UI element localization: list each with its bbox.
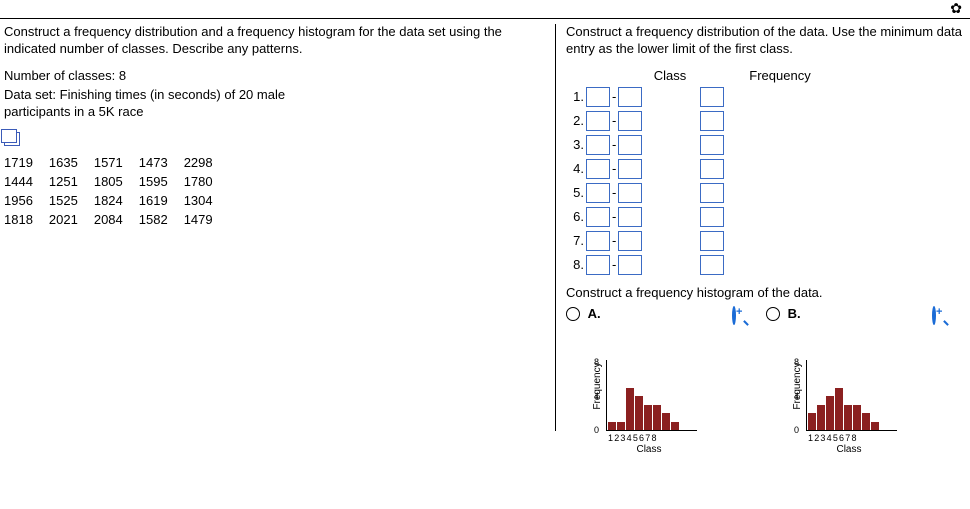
bar	[835, 388, 843, 431]
frequency-input[interactable]	[700, 111, 724, 131]
bar	[617, 422, 625, 431]
radio-a[interactable]	[566, 307, 580, 321]
dataset-line: Data set: Finishing times (in seconds) o…	[4, 87, 304, 121]
frequency-input[interactable]	[700, 159, 724, 179]
bar	[871, 422, 879, 431]
dash: -	[612, 113, 616, 128]
dash: -	[612, 257, 616, 272]
right-prompt: Construct a frequency distribution of th…	[566, 24, 966, 58]
dash: -	[612, 161, 616, 176]
histogram-prompt: Construct a frequency histogram of the d…	[566, 285, 966, 300]
row-number: 2.	[566, 113, 584, 128]
class-lower-input[interactable]	[586, 183, 610, 203]
class-lower-input[interactable]	[586, 231, 610, 251]
bar	[826, 396, 834, 430]
bar	[853, 405, 861, 431]
frequency-input[interactable]	[700, 255, 724, 275]
row-number: 6.	[566, 209, 584, 224]
histogram-b: Frequency 0 4 8 12345678 Class	[794, 341, 904, 431]
table-header: Class Frequency	[566, 68, 966, 83]
class-upper-input[interactable]	[618, 183, 642, 203]
row-number: 5.	[566, 185, 584, 200]
frequency-input[interactable]	[700, 231, 724, 251]
bar	[608, 422, 616, 431]
choice-b-label: B.	[788, 306, 801, 321]
table-row: 1818 2021 2084 1582 1479	[4, 210, 229, 229]
class-lower-input[interactable]	[586, 207, 610, 227]
class-row: 3. -	[566, 135, 966, 155]
frequency-input[interactable]	[700, 207, 724, 227]
choice-a: A. Frequency 0 4 8 12345678 Class	[566, 306, 766, 432]
class-upper-input[interactable]	[618, 159, 642, 179]
row-number: 4.	[566, 161, 584, 176]
row-number: 1.	[566, 89, 584, 104]
class-lower-input[interactable]	[586, 159, 610, 179]
class-upper-input[interactable]	[618, 111, 642, 131]
class-row: 7. -	[566, 231, 966, 251]
bar	[644, 405, 652, 431]
table-row: 1719 1635 1571 1473 2298	[4, 153, 229, 172]
data-table: 1719 1635 1571 1473 2298 1444 1251 1805 …	[4, 153, 229, 229]
dash: -	[612, 209, 616, 224]
frequency-input[interactable]	[700, 183, 724, 203]
bar	[817, 405, 825, 431]
class-row: 6. -	[566, 207, 966, 227]
bar	[808, 413, 816, 430]
frequency-input[interactable]	[700, 135, 724, 155]
bar	[844, 405, 852, 431]
class-lower-input[interactable]	[586, 135, 610, 155]
row-number: 8.	[566, 257, 584, 272]
row-number: 7.	[566, 233, 584, 248]
table-row: 1956 1525 1824 1619 1304	[4, 191, 229, 210]
classes-line: Number of classes: 8	[4, 68, 547, 85]
dash: -	[612, 185, 616, 200]
class-upper-input[interactable]	[618, 231, 642, 251]
zoom-icon[interactable]	[732, 308, 748, 324]
data-table-container: 1719 1635 1571 1473 2298 1444 1251 1805 …	[4, 132, 547, 229]
table-row: 1444 1251 1805 1595 1780	[4, 172, 229, 191]
class-row: 2. -	[566, 111, 966, 131]
row-number: 3.	[566, 137, 584, 152]
bar	[626, 388, 634, 431]
left-column: Construct a frequency distribution and a…	[4, 24, 556, 431]
bar	[653, 405, 661, 431]
bar	[671, 422, 679, 431]
dash: -	[612, 89, 616, 104]
class-lower-input[interactable]	[586, 111, 610, 131]
gear-icon[interactable]: ✿	[950, 0, 962, 17]
bar	[862, 413, 870, 430]
class-upper-input[interactable]	[618, 255, 642, 275]
zoom-icon[interactable]	[932, 308, 948, 324]
bar	[662, 413, 670, 430]
frequency-input[interactable]	[700, 87, 724, 107]
class-row: 5. -	[566, 183, 966, 203]
dash: -	[612, 137, 616, 152]
class-row: 1. -	[566, 87, 966, 107]
class-lower-input[interactable]	[586, 87, 610, 107]
bar	[635, 396, 643, 430]
radio-b[interactable]	[766, 307, 780, 321]
header-freq: Frequency	[730, 68, 830, 83]
right-column: Construct a frequency distribution of th…	[556, 24, 966, 431]
choice-b: B. Frequency 0 4 8 12345678 Class	[766, 306, 966, 432]
choice-a-label: A.	[588, 306, 601, 321]
class-upper-input[interactable]	[618, 207, 642, 227]
copy-icon[interactable]	[4, 132, 20, 146]
left-prompt: Construct a frequency distribution and a…	[4, 24, 547, 58]
class-row: 8. -	[566, 255, 966, 275]
histogram-a: Frequency 0 4 8 12345678 Class	[594, 341, 704, 431]
divider	[0, 18, 970, 19]
dash: -	[612, 233, 616, 248]
class-upper-input[interactable]	[618, 135, 642, 155]
class-row: 4. -	[566, 159, 966, 179]
class-upper-input[interactable]	[618, 87, 642, 107]
class-lower-input[interactable]	[586, 255, 610, 275]
header-class: Class	[610, 68, 730, 83]
